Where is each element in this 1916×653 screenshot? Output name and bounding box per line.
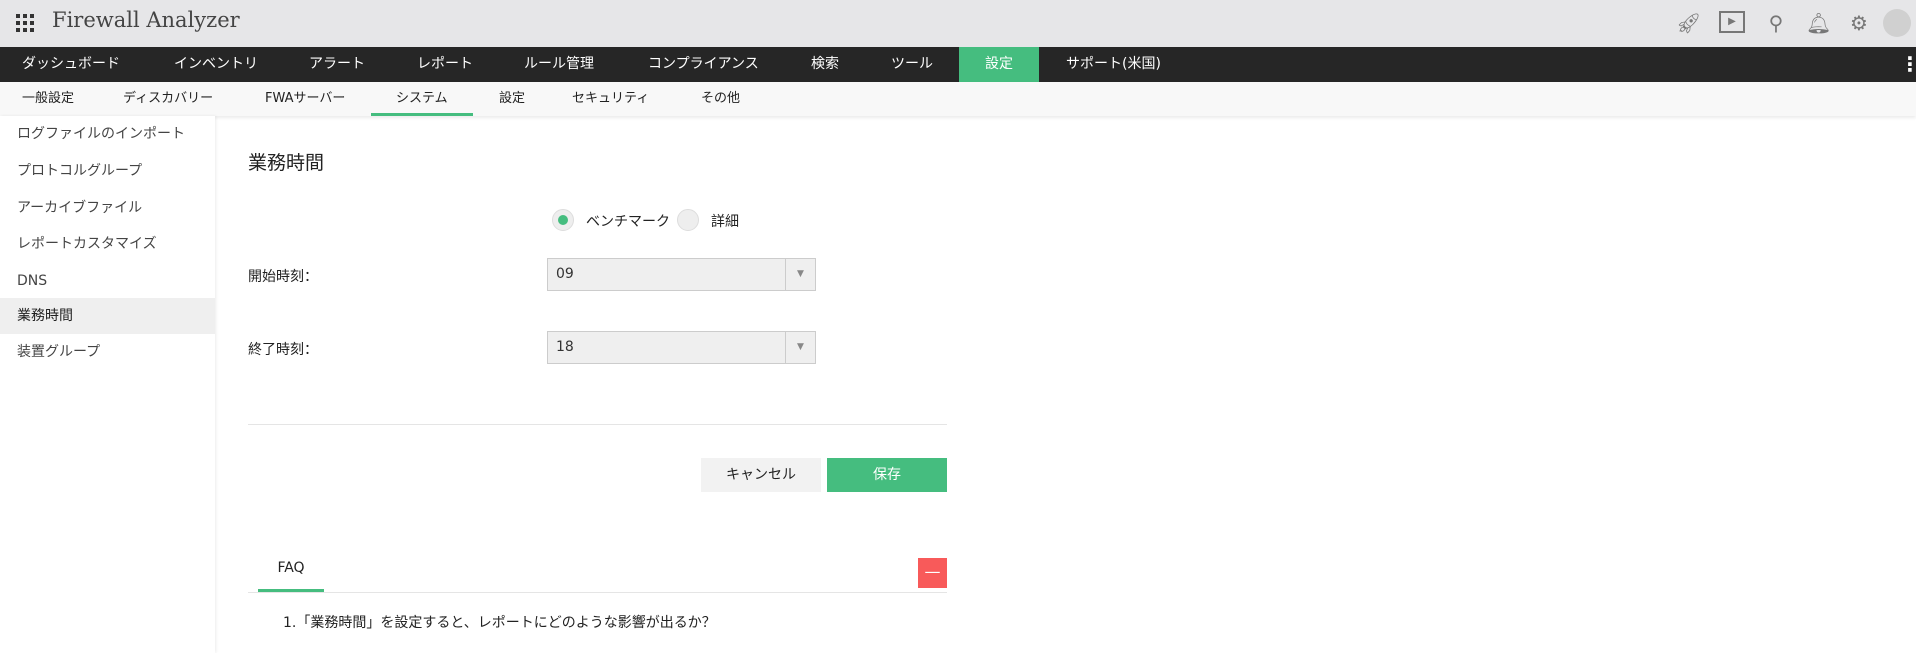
avatar-icon[interactable] (1883, 9, 1911, 37)
subnav-other[interactable]: その他 (701, 82, 740, 116)
end-time-select[interactable]: 18 ▼ (547, 331, 816, 364)
chevron-down-icon: ▼ (785, 259, 815, 290)
save-button[interactable]: 保存 (827, 458, 947, 492)
divider (248, 424, 947, 425)
collapse-faq-button[interactable]: — (918, 558, 947, 588)
radio-detail[interactable] (677, 209, 699, 231)
nav-alerts[interactable]: アラート (309, 47, 365, 82)
nav-dashboard[interactable]: ダッシュボード (22, 47, 120, 82)
subnav-discovery[interactable]: ディスカバリー (123, 82, 213, 116)
nav-rule-management[interactable]: ルール管理 (524, 47, 594, 82)
end-time-value: 18 (556, 339, 574, 355)
nav-tools[interactable]: ツール (891, 47, 933, 82)
sidebar-item-dns[interactable]: DNS (0, 263, 215, 299)
top-bar: Firewall Analyzer 🚀︎ ▶ ⚲ 🔔︎ ⚙ (0, 0, 1916, 47)
start-time-value: 09 (556, 266, 574, 282)
radio-benchmark[interactable] (552, 209, 574, 231)
sidebar-item-archive-files[interactable]: アーカイブファイル (0, 190, 215, 226)
sidebar-item-protocol-groups[interactable]: プロトコルグループ (0, 153, 215, 189)
cancel-button[interactable]: キャンセル (701, 458, 821, 492)
page-title: 業務時間 (248, 152, 325, 174)
faq-question[interactable]: 1.「業務時間」を設定すると、レポートにどのような影響が出るか？ (283, 612, 716, 632)
faq-tab[interactable]: FAQ (258, 560, 324, 576)
subnav-security[interactable]: セキュリティ (572, 82, 649, 116)
nav-inventory[interactable]: インベントリ (174, 47, 258, 82)
sidebar-item-business-hours[interactable]: 業務時間 (0, 298, 215, 334)
start-time-select[interactable]: 09 ▼ (547, 258, 816, 291)
sub-nav: 一般設定 ディスカバリー FWAサーバー システム 設定 セキュリティ その他 (0, 82, 1916, 116)
rocket-icon[interactable]: 🚀︎ (1676, 11, 1701, 35)
radio-benchmark-label[interactable]: ベンチマーク (586, 211, 670, 231)
search-icon[interactable]: ⚲ (1764, 11, 1788, 35)
end-time-label: 終了時刻： (248, 342, 318, 358)
nav-settings[interactable]: 設定 (959, 47, 1039, 82)
nav-reports[interactable]: レポート (417, 47, 473, 82)
nav-support[interactable]: サポート(米国) (1066, 47, 1161, 82)
subnav-system[interactable]: システム (396, 82, 448, 116)
bell-icon[interactable]: 🔔︎ (1806, 11, 1831, 35)
more-menu-icon[interactable]: ⋮ (1900, 47, 1916, 82)
nav-search[interactable]: 検索 (811, 47, 839, 82)
subnav-general[interactable]: 一般設定 (22, 82, 74, 116)
presentation-icon[interactable]: ▶ (1719, 11, 1745, 33)
radio-detail-label[interactable]: 詳細 (711, 211, 739, 231)
subnav-fwa-server[interactable]: FWAサーバー (265, 82, 345, 116)
sidebar-item-device-groups[interactable]: 装置グループ (0, 334, 215, 370)
nav-compliance[interactable]: コンプライアンス (648, 47, 759, 82)
app-grid-icon[interactable] (16, 14, 34, 32)
chevron-down-icon: ▼ (785, 332, 815, 363)
app-title: Firewall Analyzer (52, 8, 240, 32)
subnav-settings[interactable]: 設定 (499, 82, 525, 116)
gear-icon[interactable]: ⚙ (1847, 11, 1871, 35)
sidebar: ログファイルのインポート プロトコルグループ アーカイブファイル レポートカスタ… (0, 116, 215, 653)
start-time-label: 開始時刻： (248, 269, 318, 285)
main-nav: ダッシュボード インベントリ アラート レポート ルール管理 コンプライアンス … (0, 47, 1916, 82)
active-tab-indicator (371, 113, 473, 116)
sidebar-item-report-customize[interactable]: レポートカスタマイズ (0, 226, 215, 262)
sidebar-item-log-import[interactable]: ログファイルのインポート (0, 116, 215, 152)
faq-divider (248, 592, 947, 593)
